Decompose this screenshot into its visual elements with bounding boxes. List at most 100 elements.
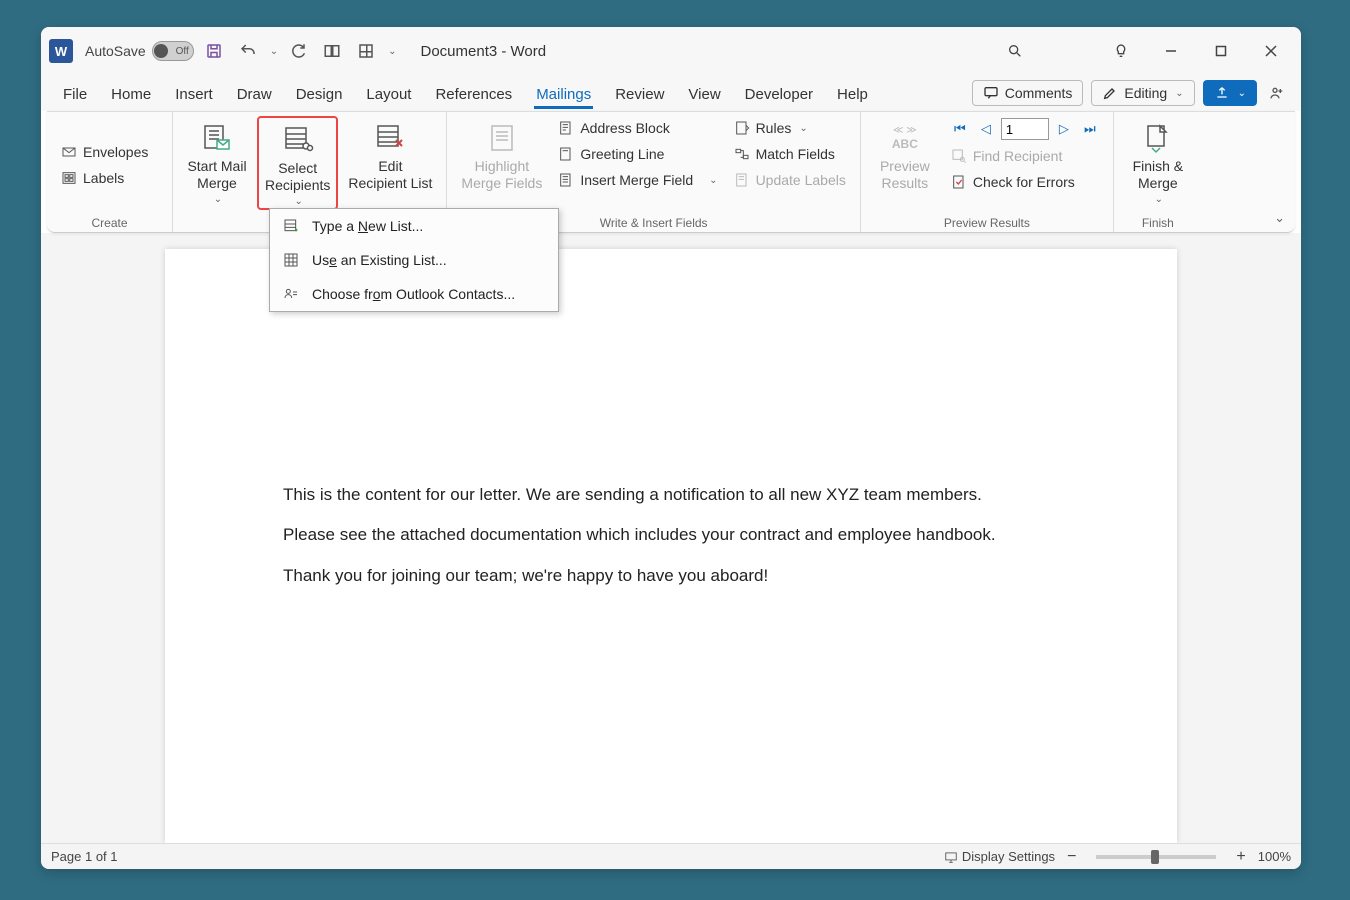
match-fields-label: Match Fields xyxy=(756,146,835,162)
title-bar: W AutoSave Off ⌄ ⌄ Document3 - Word xyxy=(41,27,1301,75)
display-settings-button[interactable]: Display Settings xyxy=(944,849,1055,864)
tab-insert[interactable]: Insert xyxy=(163,80,225,107)
lightbulb-icon[interactable] xyxy=(1099,31,1143,71)
insert-merge-field-label: Insert Merge Field xyxy=(580,172,693,188)
tab-review[interactable]: Review xyxy=(603,80,676,107)
zoom-out-button[interactable]: − xyxy=(1067,848,1076,866)
editing-label: Editing xyxy=(1124,85,1167,101)
finish-merge-button[interactable]: Finish & Merge⌄ xyxy=(1122,116,1194,206)
use-existing-list-item[interactable]: Use an Existing List... xyxy=(270,243,558,277)
editing-mode-button[interactable]: Editing ⌄ xyxy=(1091,80,1194,106)
preview-results-label: Preview Results xyxy=(880,158,930,192)
tab-draw[interactable]: Draw xyxy=(225,80,284,107)
tab-references[interactable]: References xyxy=(423,80,524,107)
zoom-in-button[interactable]: + xyxy=(1236,848,1245,866)
undo-dropdown-icon[interactable]: ⌄ xyxy=(270,46,278,57)
qat-icon-2[interactable] xyxy=(352,37,380,65)
labels-label: Labels xyxy=(83,170,124,186)
undo-icon[interactable] xyxy=(234,37,262,65)
envelopes-button[interactable]: Envelopes xyxy=(55,140,154,164)
autosave-label: AutoSave xyxy=(85,43,146,59)
edit-recipient-list-label: Edit Recipient List xyxy=(348,158,432,192)
prev-record-icon[interactable]: ◁ xyxy=(975,118,997,140)
ribbon-content: Envelopes Labels Create Start Mail Merge… xyxy=(47,111,1295,233)
insert-merge-field-button[interactable]: Insert Merge Field ⌄ xyxy=(552,168,723,192)
group-preview-label: Preview Results xyxy=(944,214,1030,230)
preview-results-button: ≪ ≫ABC Preview Results xyxy=(869,116,941,192)
group-write-insert-label: Write & Insert Fields xyxy=(600,214,708,230)
highlight-label: Highlight Merge Fields xyxy=(461,158,542,192)
check-errors-label: Check for Errors xyxy=(973,174,1075,190)
last-record-icon[interactable]: ⏭ xyxy=(1079,118,1101,140)
match-fields-button[interactable]: Match Fields xyxy=(728,142,852,166)
autosave-toggle[interactable]: AutoSave Off xyxy=(85,41,194,61)
greeting-line-button[interactable]: Greeting Line xyxy=(552,142,723,166)
record-number-input[interactable] xyxy=(1001,118,1049,140)
ribbon-tabs: File Home Insert Draw Design Layout Refe… xyxy=(41,75,1301,111)
select-recipients-button[interactable]: Select Recipients⌄ xyxy=(257,116,338,210)
close-button[interactable] xyxy=(1249,31,1293,71)
zoom-slider[interactable] xyxy=(1096,855,1216,859)
address-block-button[interactable]: Address Block xyxy=(552,116,723,140)
save-icon[interactable] xyxy=(200,37,228,65)
tab-home[interactable]: Home xyxy=(99,80,163,107)
edit-recipient-list-button[interactable]: Edit Recipient List xyxy=(342,116,438,192)
find-recipient-button: Find Recipient xyxy=(945,144,1105,168)
zoom-level[interactable]: 100% xyxy=(1258,849,1291,864)
document-area[interactable]: This is the content for our letter. We a… xyxy=(41,233,1301,843)
address-block-label: Address Block xyxy=(580,120,669,136)
tab-file[interactable]: File xyxy=(51,80,99,107)
toggle-knob xyxy=(154,44,168,58)
group-preview: ≪ ≫ABC Preview Results ⏮ ◁ ▷ ⏭ Find Reci… xyxy=(861,112,1114,232)
qat-customize-icon[interactable]: ⌄ xyxy=(388,46,396,57)
select-recipients-label: Select Recipients xyxy=(265,160,330,194)
page-indicator[interactable]: Page 1 of 1 xyxy=(51,849,118,864)
highlight-merge-fields-button: Highlight Merge Fields xyxy=(455,116,548,192)
outlook-contacts-label: Choose from Outlook Contacts... xyxy=(312,286,515,302)
rules-label: Rules xyxy=(756,120,792,136)
document-paragraph-3: Thank you for joining our team; we're ha… xyxy=(283,560,1059,592)
type-new-list-label: Type a New List... xyxy=(312,218,423,234)
start-mail-merge-button[interactable]: Start Mail Merge⌄ xyxy=(181,116,253,206)
tab-view[interactable]: View xyxy=(676,80,732,107)
comments-button[interactable]: Comments xyxy=(972,80,1084,106)
group-create: Envelopes Labels Create xyxy=(47,112,173,232)
maximize-button[interactable] xyxy=(1199,31,1243,71)
rules-button[interactable]: Rules⌄ xyxy=(728,116,852,140)
qat-icon-1[interactable] xyxy=(318,37,346,65)
tab-developer[interactable]: Developer xyxy=(733,80,825,107)
outlook-contacts-icon xyxy=(282,285,300,303)
outlook-contacts-item[interactable]: Choose from Outlook Contacts... xyxy=(270,277,558,311)
labels-button[interactable]: Labels xyxy=(55,166,130,190)
use-existing-list-label: Use an Existing List... xyxy=(312,252,447,268)
check-errors-button[interactable]: Check for Errors xyxy=(945,170,1105,194)
minimize-button[interactable] xyxy=(1149,31,1193,71)
next-record-icon[interactable]: ▷ xyxy=(1053,118,1075,140)
tab-layout[interactable]: Layout xyxy=(354,80,423,107)
find-recipient-label: Find Recipient xyxy=(973,148,1063,164)
comments-label: Comments xyxy=(1005,85,1073,101)
document-paragraph-1: This is the content for our letter. We a… xyxy=(283,479,1059,511)
tab-help[interactable]: Help xyxy=(825,80,880,107)
group-create-label: Create xyxy=(91,214,127,230)
search-icon[interactable] xyxy=(993,31,1037,71)
group-finish: Finish & Merge⌄ Finish xyxy=(1114,112,1202,232)
greeting-line-label: Greeting Line xyxy=(580,146,664,162)
tab-design[interactable]: Design xyxy=(284,80,355,107)
use-existing-list-icon xyxy=(282,251,300,269)
share-button[interactable]: ⌄ xyxy=(1203,80,1257,106)
redo-icon[interactable] xyxy=(284,37,312,65)
status-bar: Page 1 of 1 Display Settings − + 100% xyxy=(41,843,1301,869)
document-page[interactable]: This is the content for our letter. We a… xyxy=(165,249,1177,843)
envelopes-label: Envelopes xyxy=(83,144,148,160)
type-new-list-item[interactable]: Type a New List... xyxy=(270,209,558,243)
account-icon[interactable] xyxy=(1263,85,1291,101)
type-new-list-icon xyxy=(282,217,300,235)
toggle-switch[interactable]: Off xyxy=(152,41,194,61)
first-record-icon[interactable]: ⏮ xyxy=(949,118,971,140)
tab-mailings[interactable]: Mailings xyxy=(524,80,603,107)
zoom-slider-knob[interactable] xyxy=(1151,850,1159,864)
select-recipients-dropdown: Type a New List... Use an Existing List.… xyxy=(269,208,559,312)
collapse-ribbon-icon[interactable]: ⌄ xyxy=(1274,210,1285,226)
document-paragraph-2: Please see the attached documentation wh… xyxy=(283,519,1059,551)
